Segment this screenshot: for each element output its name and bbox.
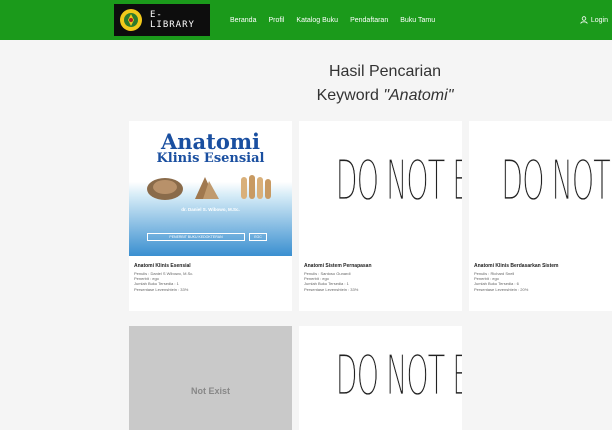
heading-line1: Hasil Pencarian bbox=[328, 63, 442, 80]
user-icon bbox=[580, 16, 588, 24]
nav-menu: Beranda Profil Katalog Buku Pendaftaran … bbox=[230, 0, 447, 40]
book-cover-placeholder[interactable]: DO NOT EXIST bbox=[299, 121, 462, 256]
book-similarity: Persentase Levenshtein : 33% bbox=[304, 286, 359, 292]
book-similarity: Persentase Levenshtein : 20% bbox=[474, 286, 529, 292]
book-cover-placeholder[interactable]: DO NOT EXIST bbox=[299, 326, 462, 430]
nav-item-buku-tamu[interactable]: Buku Tamu bbox=[400, 17, 435, 24]
book-card[interactable]: Not Exist bbox=[129, 326, 292, 430]
cover-subtitle: Klinis Esensial bbox=[156, 151, 265, 166]
book-cover-placeholder[interactable]: Not Exist bbox=[129, 326, 292, 430]
page-title: Hasil Pencarian Keyword "Anatomi" bbox=[300, 60, 470, 108]
nav-item-pendaftaran[interactable]: Pendaftaran bbox=[350, 17, 388, 24]
brand-line2: LIBRARY bbox=[150, 20, 195, 30]
placeholder-text: DO NOT EXIST bbox=[335, 344, 462, 408]
book-title[interactable]: Anatomi Sistem Pernapasan bbox=[304, 263, 459, 269]
book-info: Anatomi Sistem Pernapasan Penulis : Sant… bbox=[304, 263, 459, 292]
book-info: Anatomi Klinis Berdasarkan Sistem Penuli… bbox=[474, 263, 610, 292]
nav-item-katalog-buku[interactable]: Katalog Buku bbox=[296, 17, 338, 24]
login-label: Login bbox=[590, 16, 608, 24]
navbar: E- LIBRARY Beranda Profil Katalog Buku P… bbox=[0, 0, 612, 40]
placeholder-text: DO NOT EXIST bbox=[501, 149, 612, 213]
heading-prefix: Keyword bbox=[316, 87, 384, 104]
search-keyword: "Anatomi" bbox=[383, 87, 454, 104]
placeholder-text: Not Exist bbox=[190, 386, 230, 396]
book-card[interactable]: DO NOT EXIST Anatomi Klinis Berdasarkan … bbox=[469, 121, 612, 311]
brand-line1: E- bbox=[150, 10, 163, 20]
book-cover-placeholder[interactable]: DO NOT EXIST bbox=[469, 121, 612, 256]
book-title[interactable]: Anatomi Klinis Esensial bbox=[134, 263, 289, 269]
brand[interactable]: E- LIBRARY bbox=[114, 4, 210, 36]
book-card[interactable]: DO NOT EXIST bbox=[299, 326, 462, 430]
book-cover[interactable]: Anatomi Klinis Esensial dr. Daniel S. Wi… bbox=[129, 121, 292, 256]
nav-item-profil[interactable]: Profil bbox=[268, 17, 284, 24]
login-link[interactable]: Login bbox=[580, 0, 608, 40]
book-info: Anatomi Klinis Esensial Penulis : Daniel… bbox=[134, 263, 289, 292]
book-card[interactable]: Anatomi Klinis Esensial dr. Daniel S. Wi… bbox=[129, 121, 292, 311]
university-logo-icon bbox=[120, 9, 142, 31]
cover-publisher-badge: EGC bbox=[249, 233, 267, 241]
book-card[interactable]: DO NOT EXIST Anatomi Sistem Pernapasan P… bbox=[299, 121, 462, 311]
placeholder-text: DO NOT EXIST bbox=[335, 149, 462, 213]
cover-author: dr. Daniel S. Wibowo, M.Sc. bbox=[181, 207, 240, 212]
nav-item-beranda[interactable]: Beranda bbox=[230, 17, 256, 24]
book-similarity: Persentase Levenshtein : 33% bbox=[134, 286, 189, 292]
heading-line2: Keyword "Anatomi" bbox=[300, 84, 470, 108]
cover-publisher: PENERBIT BUKU KEDOKTERAN bbox=[147, 233, 245, 241]
anatomy-illustration-icon bbox=[147, 175, 271, 200]
book-title[interactable]: Anatomi Klinis Berdasarkan Sistem bbox=[474, 263, 610, 269]
